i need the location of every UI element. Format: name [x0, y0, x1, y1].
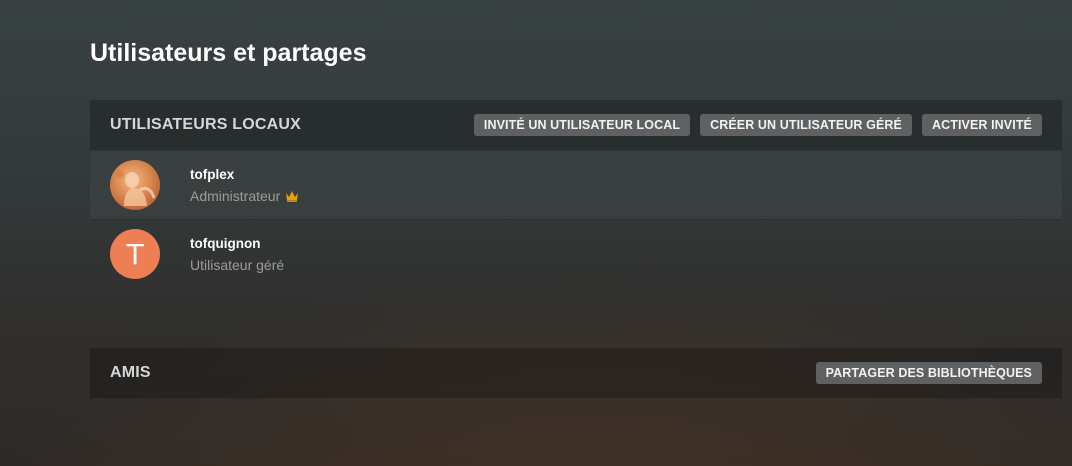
user-name: tofquignon	[190, 235, 261, 251]
user-row-tofquignon[interactable]: T tofquignon Utilisateur géré	[90, 219, 1062, 288]
share-libraries-button[interactable]: PARTAGER DES BIBLIOTHÈQUES	[815, 362, 1042, 384]
local-users-header: UTILISATEURS LOCAUX INVITÉ UN UTILISATEU…	[90, 100, 1062, 150]
avatar	[110, 160, 160, 210]
invite-local-user-button[interactable]: INVITÉ UN UTILISATEUR LOCAL	[473, 114, 691, 136]
user-info: tofquignon Utilisateur géré	[190, 236, 284, 273]
create-managed-user-button[interactable]: CRÉER UN UTILISATEUR GÉRÉ	[700, 114, 912, 136]
friends-header: AMIS PARTAGER DES BIBLIOTHÈQUES	[90, 348, 1062, 398]
user-info: tofplex Administrateur	[190, 167, 299, 204]
user-role-label: Administrateur	[190, 187, 281, 204]
user-role-label: Utilisateur géré	[190, 256, 285, 273]
user-row-tofplex[interactable]: tofplex Administrateur	[90, 150, 1062, 219]
enable-guest-button[interactable]: ACTIVER INVITÉ	[921, 114, 1042, 136]
local-users-section: UTILISATEURS LOCAUX INVITÉ UN UTILISATEU…	[90, 100, 1062, 288]
friends-title: AMIS	[110, 364, 151, 381]
user-role: Utilisateur géré	[190, 257, 284, 273]
crown-icon	[285, 190, 299, 202]
local-users-title: UTILISATEURS LOCAUX	[110, 116, 302, 133]
page-title: Utilisateurs et partages	[90, 39, 367, 67]
local-users-actions: INVITÉ UN UTILISATEUR LOCAL CRÉER UN UTI…	[473, 114, 1042, 136]
user-name: tofplex	[190, 166, 235, 182]
avatar: T	[110, 229, 160, 279]
avatar-photo-image	[116, 170, 156, 206]
friends-section: AMIS PARTAGER DES BIBLIOTHÈQUES	[90, 348, 1062, 398]
user-role: Administrateur	[190, 188, 299, 204]
friends-actions: PARTAGER DES BIBLIOTHÈQUES	[815, 362, 1042, 384]
